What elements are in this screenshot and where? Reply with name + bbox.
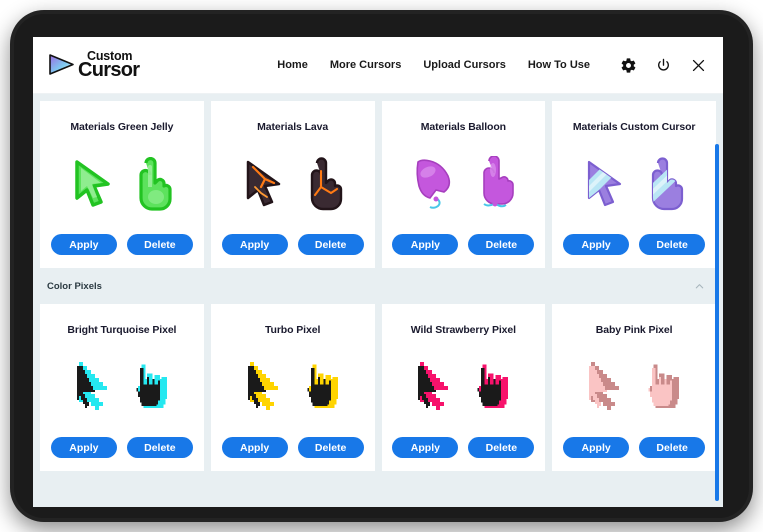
cursor-card[interactable]: Materials Lava Apply Delete bbox=[210, 101, 375, 268]
delete-button[interactable]: Delete bbox=[126, 437, 193, 458]
jelly-hand-cursor-icon bbox=[139, 156, 172, 211]
apply-button[interactable]: Apply bbox=[392, 234, 459, 255]
cursor-card-title: Turbo Pixel bbox=[264, 324, 321, 336]
nav-link-more-cursors[interactable]: More Cursors bbox=[330, 59, 402, 71]
cursor-card[interactable]: Wild Strawberry Pixel Apply Delete bbox=[381, 304, 546, 471]
cursor-preview-pair bbox=[587, 336, 681, 437]
cursor-card-actions: Apply Delete bbox=[50, 234, 193, 268]
apply-button[interactable]: Apply bbox=[563, 234, 630, 255]
device-bezel: Custom Cursor Home More Cursors Upload C… bbox=[10, 10, 753, 522]
cursor-preview-pair bbox=[416, 336, 510, 437]
pixel-hand-cursor-icon bbox=[477, 363, 509, 408]
cursor-card-title: Materials Custom Cursor bbox=[572, 121, 696, 133]
nav-link-home[interactable]: Home bbox=[277, 59, 308, 71]
custom-arrow-cursor-icon bbox=[588, 160, 622, 206]
cursor-card-title: Bright Turquoise Pixel bbox=[67, 324, 177, 336]
delete-button[interactable]: Delete bbox=[297, 234, 364, 255]
nav-link-how-to-use[interactable]: How To Use bbox=[528, 59, 590, 71]
cursor-card-actions: Apply Delete bbox=[221, 234, 364, 268]
app-logo: Custom Cursor bbox=[47, 49, 166, 81]
section-title: Color Pixels bbox=[47, 280, 102, 292]
cursor-card-title: Wild Strawberry Pixel bbox=[410, 324, 516, 336]
scrollbar-thumb[interactable] bbox=[715, 144, 719, 501]
pixel-arrow-cursor-icon bbox=[589, 361, 620, 410]
cursor-card-title: Baby Pink Pixel bbox=[595, 324, 673, 336]
nav-link-upload-cursors[interactable]: Upload Cursors bbox=[423, 59, 506, 71]
pixel-hand-cursor-icon bbox=[648, 363, 680, 408]
cursor-card-actions: Apply Delete bbox=[392, 234, 535, 268]
cursor-arrow-logo-icon bbox=[49, 54, 74, 75]
delete-button[interactable]: Delete bbox=[297, 437, 364, 458]
cursor-card[interactable]: Bright Turquoise Pixel Apply Delete bbox=[40, 304, 204, 471]
cursor-preview-pair bbox=[241, 133, 345, 234]
cursor-card-title: Materials Balloon bbox=[420, 121, 506, 133]
card-row-color-pixels: Bright Turquoise Pixel Apply Delete Turb… bbox=[33, 304, 723, 471]
cursor-card[interactable]: Baby Pink Pixel Apply Delete bbox=[552, 304, 716, 471]
balloon-hand-cursor-icon bbox=[483, 155, 515, 207]
scrollbar-track[interactable] bbox=[715, 144, 719, 501]
delete-button[interactable]: Delete bbox=[126, 234, 193, 255]
cursor-card-actions: Apply Delete bbox=[563, 234, 706, 268]
cursor-card[interactable]: Materials Custom Cursor Apply Delete bbox=[552, 101, 716, 268]
delete-button[interactable]: Delete bbox=[639, 437, 706, 458]
cursor-card-actions: Apply Delete bbox=[392, 437, 535, 471]
gear-icon[interactable] bbox=[620, 57, 637, 74]
app-screen: Custom Cursor Home More Cursors Upload C… bbox=[33, 37, 723, 507]
apply-button[interactable]: Apply bbox=[563, 437, 630, 458]
custom-hand-cursor-icon bbox=[652, 156, 684, 210]
cursor-card[interactable]: Turbo Pixel Apply Delete bbox=[210, 304, 375, 471]
pixel-arrow-cursor-icon bbox=[418, 361, 449, 410]
cursor-preview-pair bbox=[75, 336, 169, 437]
cursor-card-title: Materials Lava bbox=[257, 121, 329, 133]
pixel-hand-cursor-icon bbox=[306, 363, 338, 408]
close-icon[interactable] bbox=[690, 57, 707, 74]
cursor-catalog: Materials Green Jelly Apply Delete Mater… bbox=[33, 94, 723, 507]
apply-button[interactable]: Apply bbox=[392, 437, 459, 458]
pixel-arrow-cursor-icon bbox=[247, 361, 278, 410]
chevron-up-icon[interactable] bbox=[694, 281, 705, 292]
cursor-card-title: Materials Green Jelly bbox=[70, 121, 174, 133]
nav-icon-group bbox=[620, 57, 707, 74]
app-header: Custom Cursor Home More Cursors Upload C… bbox=[33, 37, 723, 94]
main-navigation: Home More Cursors Upload Cursors How To … bbox=[277, 57, 723, 74]
lava-hand-cursor-icon bbox=[310, 156, 342, 210]
apply-button[interactable]: Apply bbox=[221, 437, 288, 458]
cursor-card[interactable]: Materials Balloon Apply Delete bbox=[381, 101, 546, 268]
jelly-arrow-cursor-icon bbox=[75, 159, 110, 207]
delete-button[interactable]: Delete bbox=[468, 234, 535, 255]
delete-button[interactable]: Delete bbox=[468, 437, 535, 458]
lava-arrow-cursor-icon bbox=[246, 160, 280, 206]
apply-button[interactable]: Apply bbox=[50, 234, 117, 255]
cursor-card[interactable]: Materials Green Jelly Apply Delete bbox=[40, 101, 204, 268]
delete-button[interactable]: Delete bbox=[639, 234, 706, 255]
cursor-preview-pair bbox=[246, 336, 340, 437]
card-row-materials: Materials Green Jelly Apply Delete Mater… bbox=[33, 101, 723, 268]
cursor-preview-pair bbox=[582, 133, 686, 234]
cursor-preview-pair bbox=[70, 133, 174, 234]
logo-text-cursor: Cursor bbox=[78, 59, 140, 81]
section-header-color-pixels[interactable]: Color Pixels bbox=[33, 268, 723, 304]
cursor-card-actions: Apply Delete bbox=[50, 437, 193, 471]
pixel-arrow-cursor-icon bbox=[76, 361, 107, 410]
apply-button[interactable]: Apply bbox=[221, 234, 288, 255]
cursor-preview-pair bbox=[410, 133, 516, 234]
cursor-card-actions: Apply Delete bbox=[221, 437, 364, 471]
pixel-hand-cursor-icon bbox=[136, 363, 168, 408]
cursor-card-actions: Apply Delete bbox=[563, 437, 706, 471]
apply-button[interactable]: Apply bbox=[50, 437, 117, 458]
balloon-arrow-cursor-icon bbox=[416, 158, 451, 209]
power-icon[interactable] bbox=[655, 57, 672, 74]
